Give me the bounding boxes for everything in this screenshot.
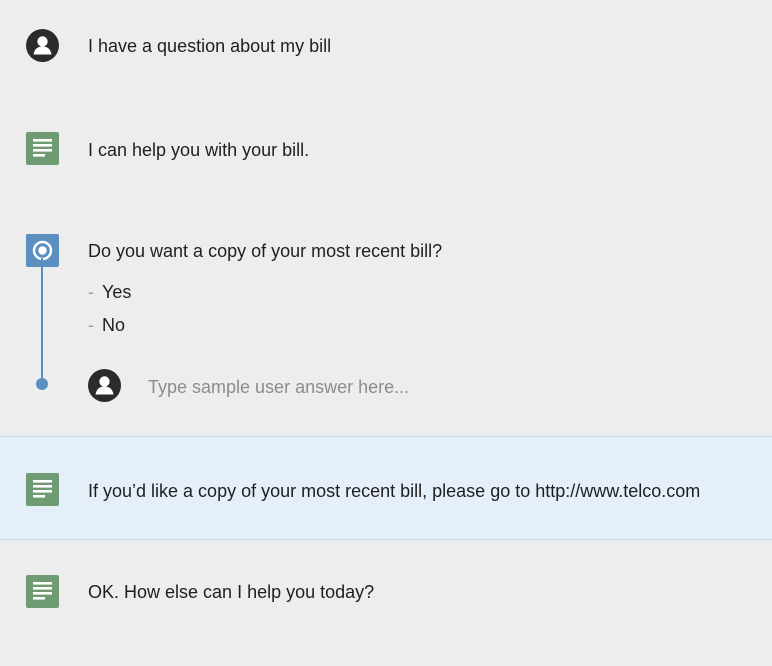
bot-response-text: OK. How else can I help you today? bbox=[88, 582, 375, 602]
option-no[interactable]: - No bbox=[88, 314, 125, 336]
flow-connector-dot bbox=[36, 378, 48, 390]
bot-response-row-selected[interactable]: If you’d like a copy of your most recent… bbox=[0, 436, 772, 540]
user-avatar-icon bbox=[26, 29, 59, 62]
sample-answer-input[interactable] bbox=[148, 374, 548, 400]
user-message-text: I have a question about my bill bbox=[88, 36, 332, 56]
bot-response-row[interactable]: OK. How else can I help you today? bbox=[0, 540, 772, 666]
document-icon bbox=[26, 132, 59, 165]
option-label: Yes bbox=[102, 282, 132, 302]
bot-response-row[interactable]: I can help you with your bill. bbox=[0, 92, 772, 202]
option-dash: - bbox=[88, 282, 94, 302]
bot-response-text: I can help you with your bill. bbox=[88, 140, 310, 160]
question-text: Do you want a copy of your most recent b… bbox=[88, 241, 443, 261]
document-icon bbox=[26, 575, 59, 608]
user-avatar-icon bbox=[88, 369, 121, 402]
option-label: No bbox=[102, 315, 126, 335]
option-yes[interactable]: - Yes bbox=[88, 281, 131, 303]
document-icon bbox=[26, 473, 59, 506]
user-message-row[interactable]: I have a question about my bill bbox=[0, 0, 772, 92]
option-dash: - bbox=[88, 315, 94, 335]
flow-connector-line bbox=[41, 258, 43, 382]
bot-response-text: If you’d like a copy of your most recent… bbox=[88, 481, 701, 501]
